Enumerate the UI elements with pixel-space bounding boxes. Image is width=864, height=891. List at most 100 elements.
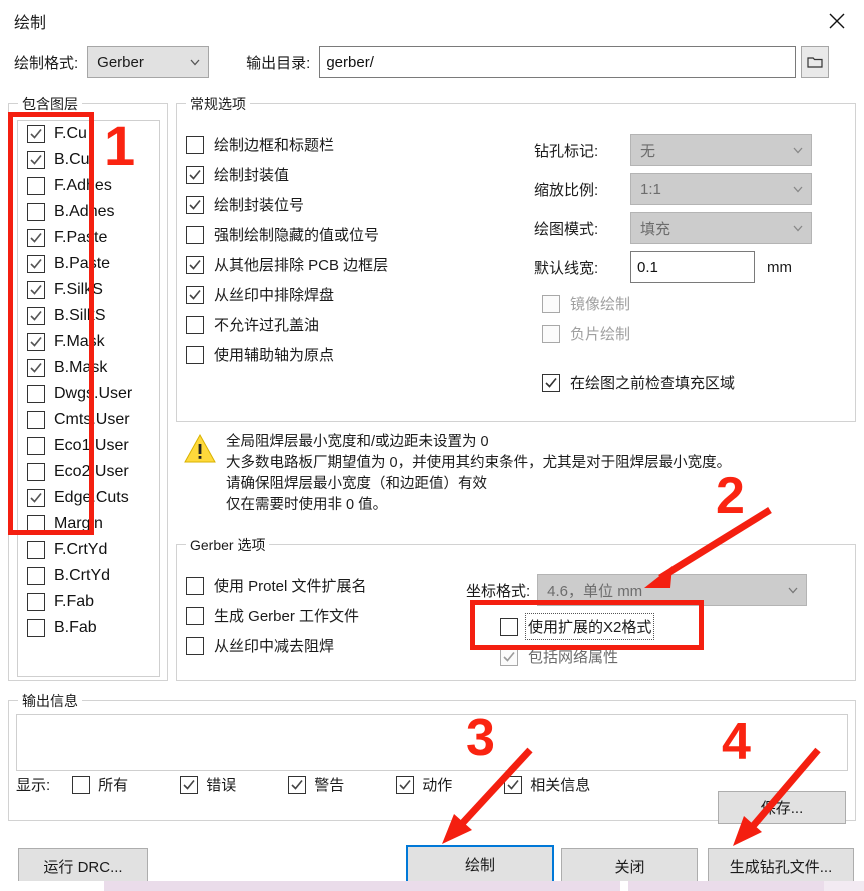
mirror-plot-checkbox[interactable]: 镜像绘制: [542, 293, 844, 314]
message-filter-label: 相关信息: [530, 777, 591, 794]
layer-item-label: F.CrtYd: [54, 541, 108, 558]
scaling-value: 1:1: [640, 180, 661, 198]
gerber-option-checkbox[interactable]: 从丝印中减去阻焊: [186, 635, 476, 656]
general-option-checkbox[interactable]: 从其他层排除 PCB 边框层: [186, 254, 516, 275]
negative-plot-checkbox[interactable]: 负片绘制: [542, 323, 844, 344]
warning-line: 大多数电路板厂期望值为 0，并使用其约束条件，尤其是对于阻焊层最小宽度。: [226, 455, 732, 471]
plot-format-value: Gerber: [97, 53, 144, 71]
message-filter-label: 动作: [422, 777, 453, 794]
message-filter-4[interactable]: 相关信息: [504, 774, 590, 795]
layer-item-b-fab[interactable]: B.Fab: [18, 615, 159, 641]
plot-format-select[interactable]: Gerber: [87, 46, 210, 78]
general-option-label: 绘制边框和标题栏: [214, 137, 335, 154]
run-drc-button[interactable]: 运行 DRC...: [18, 848, 148, 884]
checkbox-box: [186, 576, 204, 595]
gerber-option-label: 使用 Protel 文件扩展名: [214, 578, 367, 595]
top-controls-row: 绘制格式: Gerber 输出目录: gerber/: [0, 42, 864, 78]
message-filter-2[interactable]: 警告: [288, 774, 344, 795]
checkbox-box: [186, 606, 204, 625]
checkbox-box: [396, 775, 415, 794]
browse-output-dir-button[interactable]: [801, 46, 830, 78]
scaling-row: 缩放比例: 1:1: [534, 173, 844, 205]
general-options-list: 绘制边框和标题栏 绘制封装值绘制封装位号 强制绘制隐藏的值或位号从其他层排除 PCB…: [186, 134, 516, 374]
checkbox-box: [186, 195, 204, 214]
layer-item-label: F.Fab: [54, 593, 95, 610]
layer-item-f-fab[interactable]: F.Fab: [18, 589, 159, 615]
plot-mode-select[interactable]: 填充: [630, 212, 812, 244]
include-layers-label: 包含图层: [18, 94, 82, 114]
message-filter-0[interactable]: 所有: [72, 774, 128, 795]
run-drc-label: 运行 DRC...: [43, 858, 123, 876]
general-option-checkbox[interactable]: 使用辅助轴为原点: [186, 344, 516, 365]
message-filter-label: 错误: [206, 777, 237, 794]
line-width-value: 0.1: [637, 258, 658, 276]
save-messages-label: 保存...: [760, 800, 804, 817]
layer-item-b-crtyd[interactable]: B.CrtYd: [18, 563, 159, 589]
checkbox-box: [186, 636, 204, 655]
checkbox-box: [27, 541, 45, 559]
checkbox-box: [186, 135, 204, 154]
drill-marks-select[interactable]: 无: [630, 134, 812, 166]
checkbox-box: [500, 647, 518, 666]
general-option-checkbox[interactable]: 从丝印中排除焊盘: [186, 284, 516, 305]
warning-line: 请确保阻焊层最小宽度（和边距值）有效: [226, 476, 487, 492]
drill-marks-row: 钻孔标记: 无: [534, 134, 844, 166]
annotation-number-4: 4: [722, 713, 751, 771]
message-filter-3[interactable]: 动作: [396, 774, 452, 795]
general-options-label: 常规选项: [186, 94, 250, 114]
check-zones-checkbox[interactable]: 在绘图之前检查填充区域: [542, 372, 844, 393]
checkbox-box: [504, 775, 523, 794]
gerber-options-list: 使用 Protel 文件扩展名生成 Gerber 工作文件 从丝印中减去阻焊: [186, 575, 476, 665]
checkbox-box: [288, 775, 307, 794]
title-bar: 绘制: [0, 0, 864, 42]
plot-mode-value: 填充: [640, 220, 671, 238]
checkbox-box: [186, 285, 204, 304]
close-button[interactable]: 关闭: [561, 848, 698, 884]
line-width-row: 默认线宽: 0.1 mm: [534, 251, 844, 283]
plot-button[interactable]: 绘制: [406, 845, 554, 884]
general-option-checkbox[interactable]: 不允许过孔盖油: [186, 314, 516, 335]
general-option-checkbox[interactable]: 绘制边框和标题栏: [186, 134, 516, 155]
save-messages-button[interactable]: 保存...: [718, 791, 846, 824]
checkbox-box: [542, 324, 560, 343]
general-option-label: 从丝印中排除焊盘: [214, 287, 335, 304]
layer-item-f-crtyd[interactable]: F.CrtYd: [18, 537, 159, 563]
warning-text: 全局阻焊层最小宽度和/或边距未设置为 0 大多数电路板厂期望值为 0，并使用其约束…: [226, 432, 731, 516]
warning-icon: [184, 432, 218, 516]
checkbox-box: [27, 567, 45, 585]
generate-drill-file-button[interactable]: 生成钻孔文件...: [708, 848, 854, 884]
general-option-label: 不允许过孔盖油: [214, 317, 320, 334]
chevron-down-icon: [793, 225, 803, 232]
checkbox-box: [186, 255, 204, 274]
general-option-checkbox[interactable]: 绘制封装位号: [186, 194, 516, 215]
general-option-label: 从其他层排除 PCB 边框层: [214, 257, 389, 274]
generate-drill-file-label: 生成钻孔文件...: [729, 858, 833, 876]
checkbox-box: [72, 775, 91, 794]
checkbox-box: [542, 294, 560, 313]
line-width-input[interactable]: 0.1: [630, 251, 755, 283]
annotation-number-2: 2: [716, 467, 745, 525]
check-zones-label: 在绘图之前检查填充区域: [570, 375, 736, 392]
warning-message: 全局阻焊层最小宽度和/或边距未设置为 0 大多数电路板厂期望值为 0，并使用其约束…: [184, 432, 854, 516]
message-filter-label: 警告: [314, 777, 345, 794]
scaling-select[interactable]: 1:1: [630, 173, 812, 205]
general-option-label: 绘制封装值: [214, 167, 290, 184]
general-option-checkbox[interactable]: 绘制封装值: [186, 164, 516, 185]
gerber-option-checkbox[interactable]: 使用 Protel 文件扩展名: [186, 575, 476, 596]
general-option-checkbox[interactable]: 强制绘制隐藏的值或位号: [186, 224, 516, 245]
drill-marks-label: 钻孔标记:: [534, 142, 599, 160]
plot-mode-label: 绘图模式:: [534, 220, 599, 238]
checkbox-box: [186, 345, 204, 364]
gerber-option-checkbox[interactable]: 生成 Gerber 工作文件: [186, 605, 476, 626]
message-filter-1[interactable]: 错误: [180, 774, 236, 795]
output-dir-input[interactable]: gerber/: [319, 46, 797, 78]
folder-icon: [807, 57, 823, 68]
line-width-unit: mm: [767, 258, 792, 276]
show-label: 显示:: [16, 777, 51, 794]
close-icon[interactable]: [810, 0, 864, 42]
message-filter-label: 所有: [98, 777, 129, 794]
message-filter-checkboxes: 所有 错误 警告 动作 相关信息: [50, 774, 590, 795]
negative-plot-label: 负片绘制: [570, 326, 631, 343]
annotation-number-3: 3: [466, 709, 495, 767]
coord-format-value: 4.6，单位 mm: [547, 582, 643, 600]
